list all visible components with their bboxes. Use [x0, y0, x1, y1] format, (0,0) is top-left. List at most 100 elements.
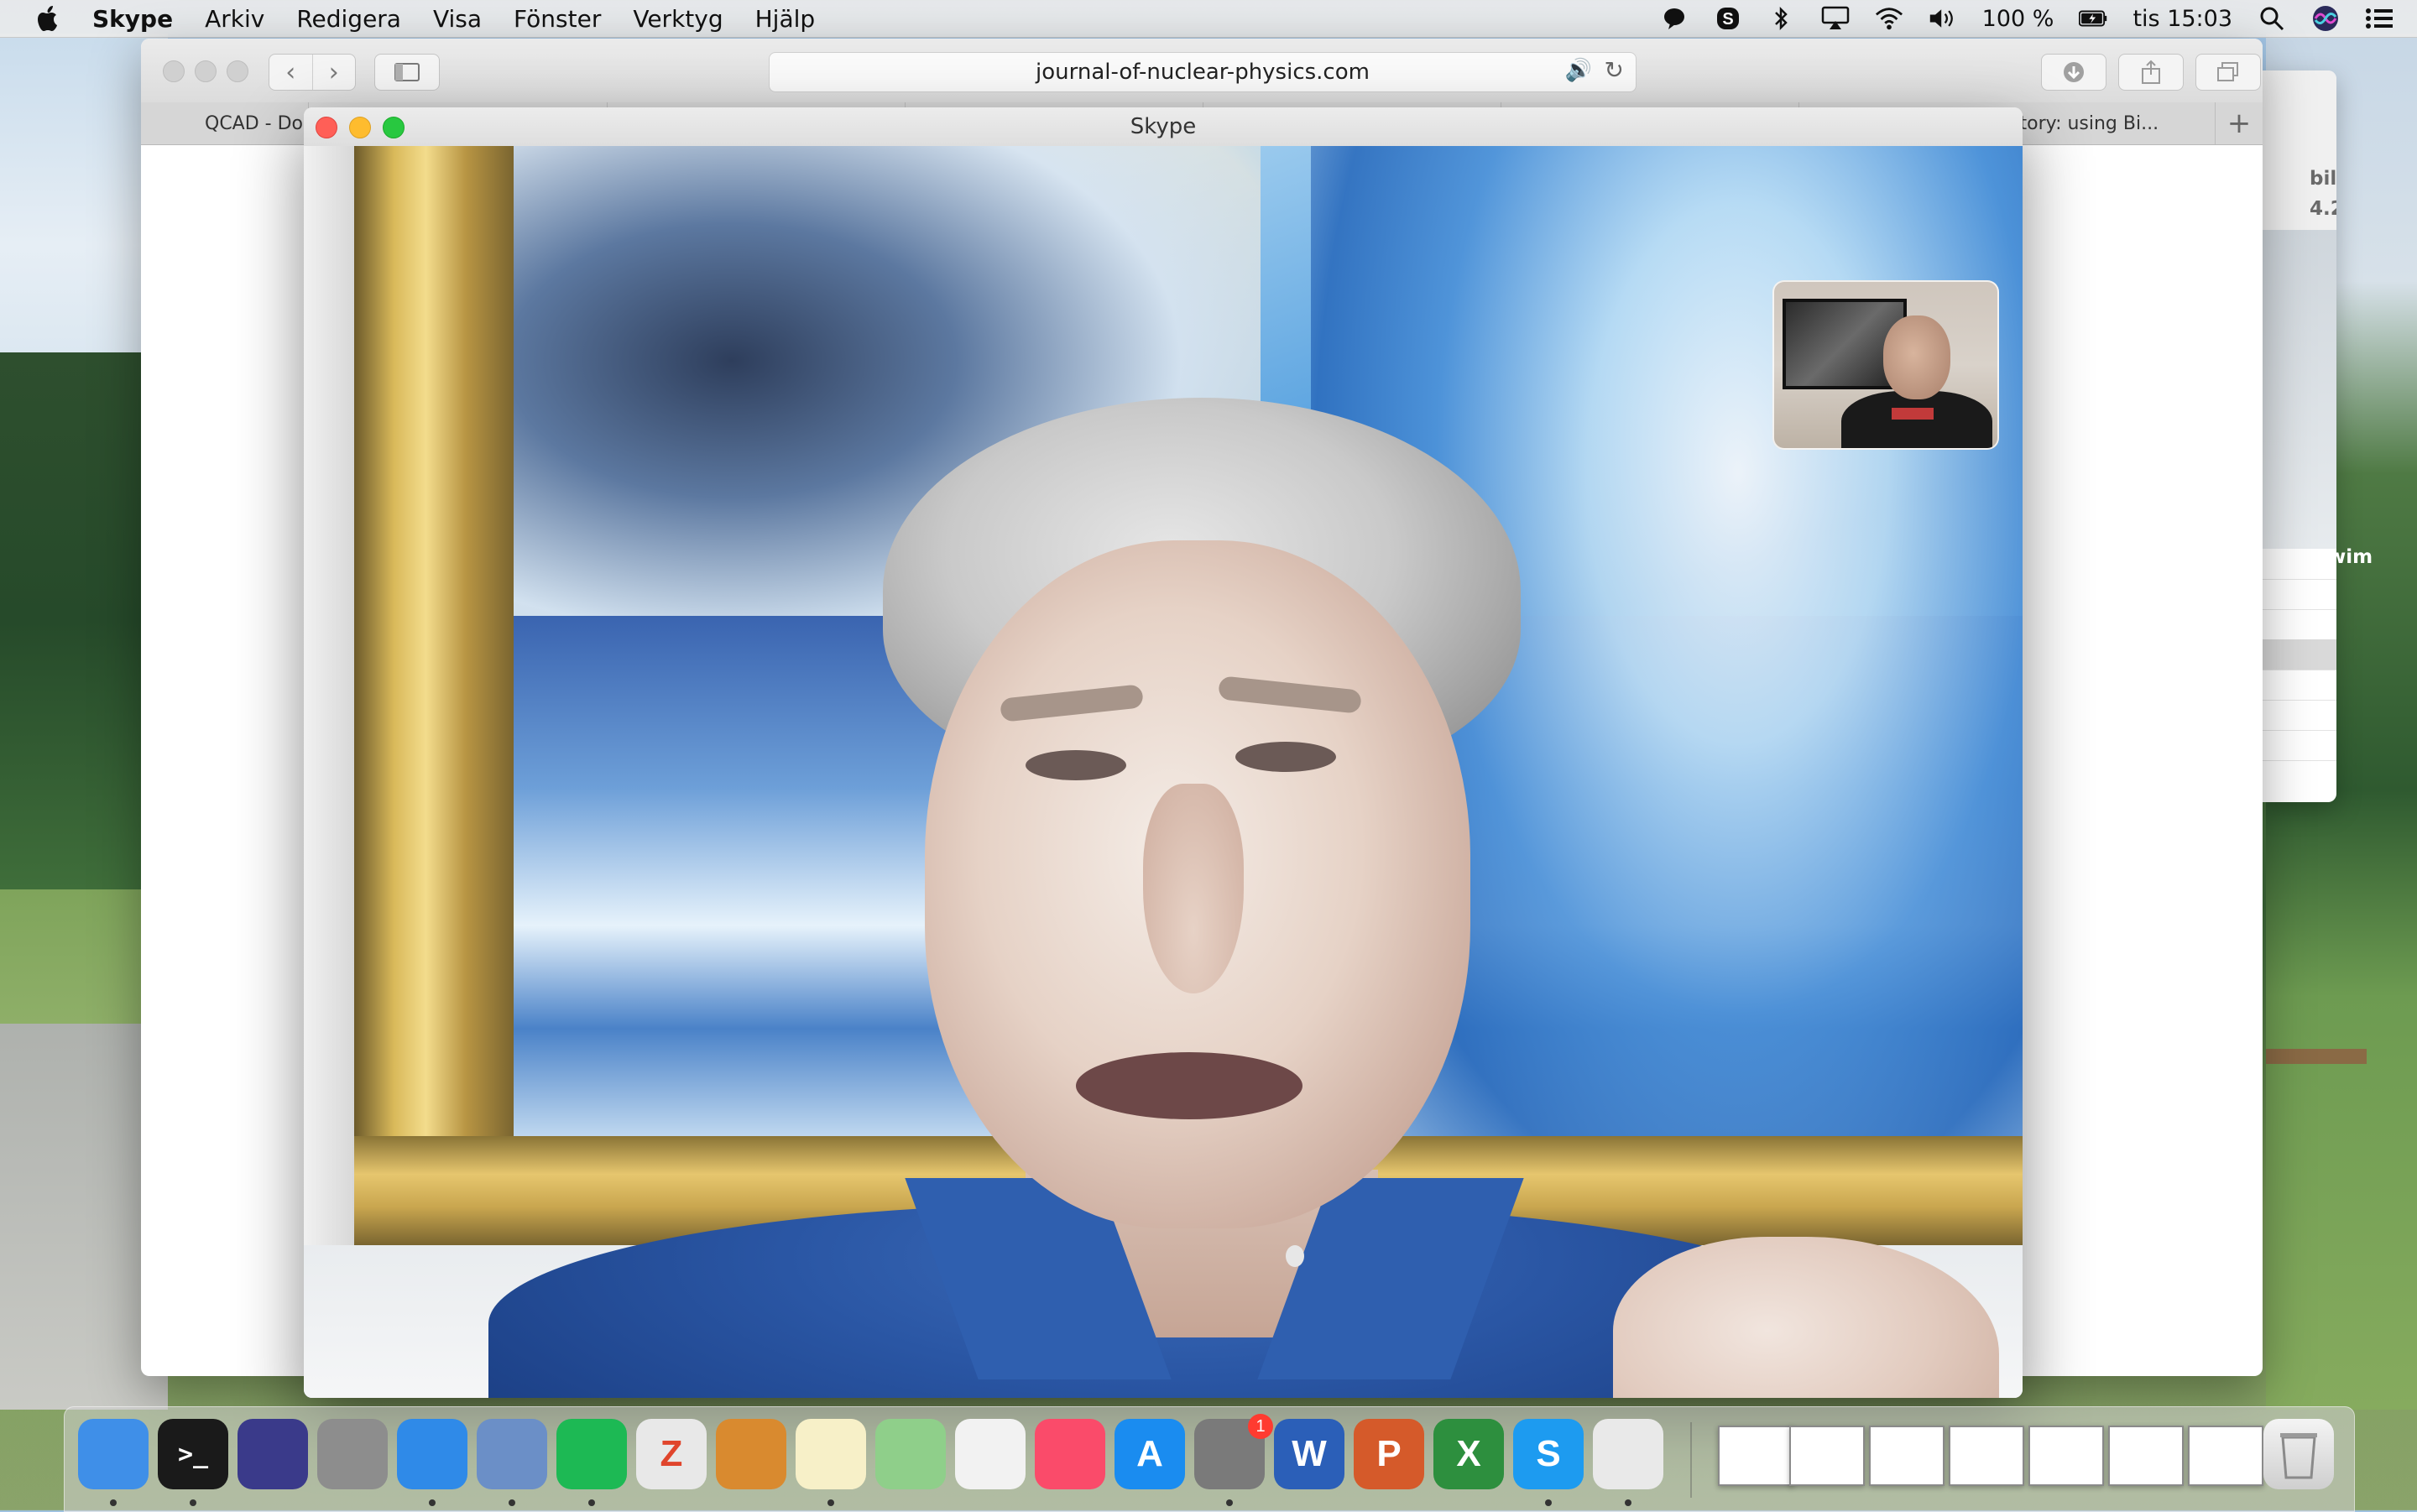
- trash-icon[interactable]: [2263, 1419, 2334, 1489]
- finder-icon[interactable]: [78, 1419, 149, 1489]
- menu-hjalp[interactable]: Hjälp: [755, 5, 816, 33]
- zotero-icon[interactable]: Z: [636, 1419, 707, 1489]
- minimized-window-thumbnail[interactable]: [2028, 1426, 2104, 1486]
- minimize-button[interactable]: [195, 60, 217, 82]
- chrome-icon[interactable]: [1593, 1419, 1663, 1489]
- share-button[interactable]: [2118, 54, 2184, 91]
- bluetooth-icon[interactable]: [1767, 4, 1796, 33]
- dock-separator: [1690, 1422, 1692, 1498]
- menu-fonster[interactable]: Fönster: [514, 5, 601, 33]
- caller-nose: [1143, 784, 1244, 993]
- minimized-window-thumbnail[interactable]: [1949, 1426, 2024, 1486]
- running-indicator: [588, 1499, 595, 1506]
- caller-mouth: [1076, 1052, 1302, 1119]
- close-button[interactable]: [163, 60, 185, 82]
- background-window-label: 4.23.21: [2310, 198, 2336, 220]
- status-area: S 100 % tis 15:03: [1660, 0, 2394, 37]
- minimized-window-thumbnail[interactable]: [1789, 1426, 1865, 1486]
- menubar-clock[interactable]: tis 15:03: [2132, 6, 2232, 32]
- earth-icon[interactable]: [716, 1419, 786, 1489]
- list-item[interactable]: [2263, 700, 2336, 731]
- menu-arkiv[interactable]: Arkiv: [205, 5, 264, 33]
- music-icon[interactable]: [1035, 1419, 1105, 1489]
- self-view-thumbnail[interactable]: [1772, 280, 1999, 450]
- skype-window[interactable]: Skype: [304, 107, 2023, 1398]
- maps-icon[interactable]: [875, 1419, 946, 1489]
- new-tab-button[interactable]: +: [2215, 102, 2263, 144]
- notification-center-icon[interactable]: [2365, 4, 2394, 33]
- minimized-window-thumbnail[interactable]: [1718, 1426, 1793, 1486]
- sidebar-toggle-button[interactable]: [374, 54, 440, 91]
- menu-visa[interactable]: Visa: [433, 5, 482, 33]
- skype-titlebar[interactable]: Skype: [304, 107, 2023, 147]
- address-url: journal-of-nuclear-physics.com: [1036, 60, 1370, 85]
- volume-icon[interactable]: [1929, 4, 1957, 33]
- zoom-button[interactable]: [227, 60, 248, 82]
- minimized-window-thumbnail[interactable]: [2108, 1426, 2184, 1486]
- minimized-window-thumbnail[interactable]: [1869, 1426, 1945, 1486]
- spotify-icon[interactable]: [556, 1419, 627, 1489]
- close-button[interactable]: [316, 117, 337, 138]
- tab-overview-button[interactable]: [2195, 54, 2261, 91]
- downloads-button[interactable]: [2041, 54, 2106, 91]
- running-indicator: [827, 1499, 834, 1506]
- battery-percentage: 100 %: [1981, 5, 2054, 32]
- skype-menu-icon[interactable]: S: [1714, 4, 1742, 33]
- wifi-icon[interactable]: [1875, 4, 1903, 33]
- list-item[interactable]: [2263, 730, 2336, 761]
- list-item[interactable]: [2263, 609, 2336, 640]
- background-window-label: wim: [2328, 546, 2373, 568]
- list-item[interactable]: [2263, 670, 2336, 701]
- background-window-preview: [2263, 230, 2336, 549]
- notes-icon[interactable]: [796, 1419, 866, 1489]
- spotlight-search-icon[interactable]: [2258, 4, 2286, 33]
- share-icon: [2142, 60, 2160, 84]
- tab-label: QCAD - Do: [205, 112, 303, 134]
- terminal-icon[interactable]: >_: [158, 1419, 228, 1489]
- dock: >_ Z A 1 W P X S: [64, 1406, 2355, 1512]
- menu-app-name[interactable]: Skype: [92, 5, 173, 33]
- background-window-right[interactable]: bild 4.23.21: [2263, 70, 2336, 802]
- appstore-icon[interactable]: A: [1115, 1419, 1185, 1489]
- caller-eye: [1026, 750, 1126, 780]
- window-title: Skype: [1130, 114, 1197, 139]
- running-indicator: [190, 1499, 196, 1506]
- mail-icon[interactable]: [477, 1419, 547, 1489]
- address-bar[interactable]: journal-of-nuclear-physics.com 🔊 ↻: [769, 52, 1637, 92]
- list-item[interactable]: [2263, 549, 2336, 580]
- video-call-feed[interactable]: [304, 146, 2023, 1398]
- zoom-button[interactable]: [383, 117, 405, 138]
- launchpad-icon[interactable]: [317, 1419, 388, 1489]
- airplay-icon[interactable]: [1821, 4, 1850, 33]
- battery-charging-icon[interactable]: [2079, 4, 2107, 33]
- menu-verktyg[interactable]: Verktyg: [633, 5, 723, 33]
- caller-shirt-button: [1286, 1245, 1304, 1267]
- tab-audio-icon[interactable]: 🔊: [1565, 58, 1592, 83]
- list-item-selected[interactable]: [2263, 639, 2336, 670]
- back-button[interactable]: ‹: [269, 55, 312, 90]
- running-indicator: [1545, 1499, 1552, 1506]
- chat-bubble-icon[interactable]: [1660, 4, 1689, 33]
- minimize-button[interactable]: [349, 117, 371, 138]
- list-item[interactable]: [2263, 579, 2336, 610]
- apple-icon[interactable]: [34, 4, 64, 33]
- svg-text:S: S: [1722, 10, 1733, 29]
- skype-icon[interactable]: S: [1513, 1419, 1584, 1489]
- running-indicator: [429, 1499, 436, 1506]
- reload-icon[interactable]: ↻: [1605, 56, 1624, 84]
- excel-icon[interactable]: X: [1433, 1419, 1504, 1489]
- forward-button[interactable]: ›: [311, 55, 356, 90]
- safari-toolbar: ‹ › journal-of-nuclear-physics.com 🔊 ↻: [141, 39, 2263, 103]
- safari-icon[interactable]: [397, 1419, 467, 1489]
- siri-menu-icon[interactable]: [2311, 4, 2340, 33]
- siri-icon[interactable]: [238, 1419, 308, 1489]
- download-icon: [2064, 62, 2084, 82]
- minimized-window-thumbnail[interactable]: [2188, 1426, 2263, 1486]
- caller-eye: [1235, 742, 1336, 772]
- word-icon[interactable]: W: [1274, 1419, 1344, 1489]
- background-window-label: bild: [2310, 168, 2336, 190]
- powerpoint-icon[interactable]: P: [1354, 1419, 1424, 1489]
- photos-icon[interactable]: [955, 1419, 1026, 1489]
- menu-redigera[interactable]: Redigera: [296, 5, 401, 33]
- tab-qcad[interactable]: QCAD - Do: [141, 102, 309, 144]
